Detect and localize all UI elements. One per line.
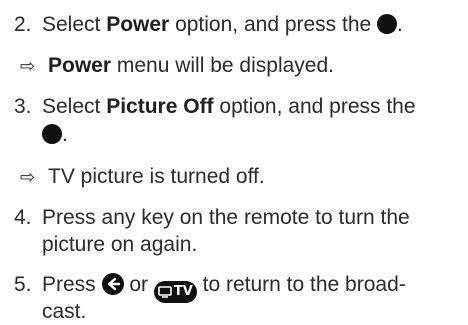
step-text: Press any key on the remote to turn the [42,206,410,229]
step-text: Select [42,13,107,36]
step-3-result: ⇨ TV picture is turned off. [20,164,265,191]
step-text: picture on again. [42,233,198,256]
step-text: option, and press the [169,13,378,36]
option-name: Picture Off [106,95,214,118]
ok-button-icon [42,124,62,144]
menu-name: Power [48,54,112,77]
step-2-result: ⇨ Power menu will be displayed. [20,53,334,80]
step-2: 2. Select Power option, and press the . [14,13,403,36]
result-text: menu will be displayed. [111,54,334,77]
step-5-cont: cast. [42,299,86,325]
step-text: Select [42,95,107,118]
step-text: or [123,273,154,296]
step-text: option, and press the [213,95,416,118]
step-number: 3. [14,95,32,118]
result-text: TV picture is turned off. [48,165,265,188]
step-text: cast. [42,300,87,323]
back-button-icon [101,273,124,295]
option-name: Power [106,13,170,36]
step-number: 5. [14,273,32,296]
tv-button-icon: TV [153,281,197,303]
step-3: 3. Select Picture Off option, and press t… [14,94,416,120]
arrow-right-icon: ⇨ [20,167,36,188]
step-number: 4. [14,206,32,229]
ok-button-icon [377,14,398,34]
step-text: Press [42,273,102,296]
step-text: to return to the broad- [196,273,406,296]
step-number: 2. [14,13,32,36]
arrow-right-icon: ⇨ [20,56,36,77]
step-3-cont: . [42,122,68,148]
step-4: 4. Press any key on the remote to turn th… [14,205,410,231]
tv-label: TV [173,284,193,299]
step-4-cont: picture on again. [42,232,197,258]
